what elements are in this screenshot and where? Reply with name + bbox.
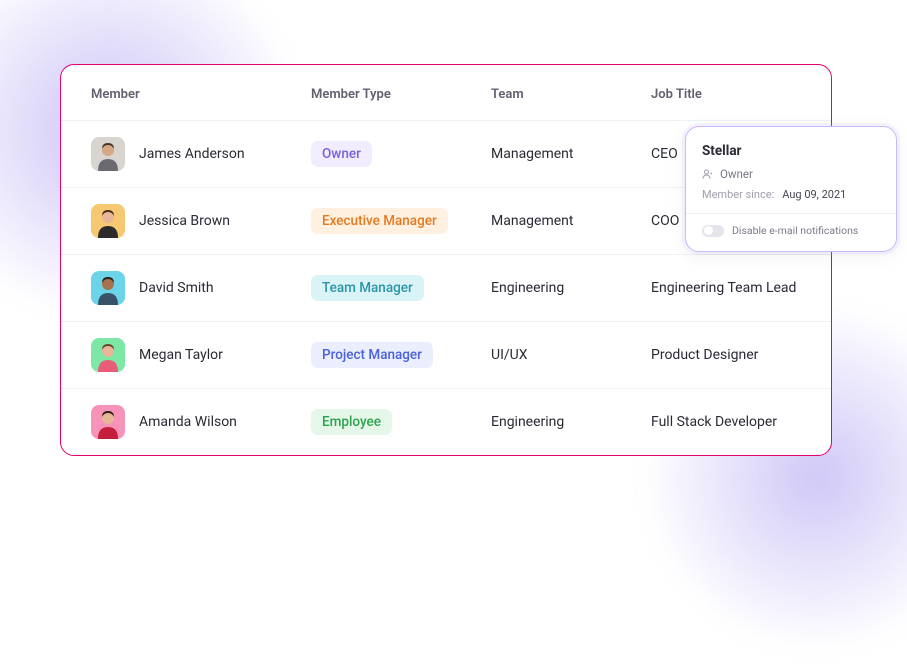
type-cell: Owner bbox=[311, 141, 491, 167]
table-header-row: Member Member Type Team Job Title bbox=[61, 65, 831, 120]
detail-toggle-row: Disable e-mail notifications bbox=[702, 224, 880, 237]
member-cell: Jessica Brown bbox=[91, 204, 311, 238]
title-cell: Engineering Team Lead bbox=[651, 280, 801, 296]
member-name: Amanda Wilson bbox=[139, 414, 237, 430]
header-job-title: Job Title bbox=[651, 87, 801, 102]
header-member-type: Member Type bbox=[311, 87, 491, 102]
table-row[interactable]: Amanda Wilson Employee Engineering Full … bbox=[61, 388, 831, 455]
avatar bbox=[91, 271, 125, 305]
type-cell: Team Manager bbox=[311, 275, 491, 301]
notifications-toggle[interactable] bbox=[702, 225, 724, 237]
member-name: Megan Taylor bbox=[139, 347, 223, 363]
member-type-badge: Executive Manager bbox=[311, 208, 448, 234]
type-cell: Executive Manager bbox=[311, 208, 491, 234]
detail-name: Stellar bbox=[702, 143, 880, 159]
member-name: Jessica Brown bbox=[139, 213, 230, 229]
members-table: Member Member Type Team Job Title James … bbox=[60, 64, 832, 456]
detail-since-label: Member since: bbox=[702, 188, 774, 201]
team-cell: Engineering bbox=[491, 414, 651, 430]
detail-since: Member since: Aug 09, 2021 bbox=[702, 188, 880, 201]
table-row[interactable]: Megan Taylor Project Manager UI/UX Produ… bbox=[61, 321, 831, 388]
member-type-badge: Project Manager bbox=[311, 342, 433, 368]
avatar bbox=[91, 137, 125, 171]
member-type-badge: Team Manager bbox=[311, 275, 424, 301]
team-cell: Management bbox=[491, 213, 651, 229]
team-cell: Engineering bbox=[491, 280, 651, 296]
member-cell: Amanda Wilson bbox=[91, 405, 311, 439]
detail-since-value: Aug 09, 2021 bbox=[782, 188, 846, 201]
member-cell: Megan Taylor bbox=[91, 338, 311, 372]
avatar bbox=[91, 204, 125, 238]
member-name: James Anderson bbox=[139, 146, 245, 162]
detail-role: Owner bbox=[702, 167, 880, 181]
member-cell: James Anderson bbox=[91, 137, 311, 171]
table-row[interactable]: David Smith Team Manager Engineering Eng… bbox=[61, 254, 831, 321]
type-cell: Employee bbox=[311, 409, 491, 435]
title-cell: Full Stack Developer bbox=[651, 414, 801, 430]
title-cell: Product Designer bbox=[651, 347, 801, 363]
member-cell: David Smith bbox=[91, 271, 311, 305]
member-type-badge: Employee bbox=[311, 409, 392, 435]
member-type-badge: Owner bbox=[311, 141, 372, 167]
team-cell: UI/UX bbox=[491, 347, 651, 363]
team-cell: Management bbox=[491, 146, 651, 162]
divider bbox=[686, 213, 896, 214]
user-icon bbox=[702, 168, 714, 180]
detail-role-label: Owner bbox=[720, 167, 753, 181]
type-cell: Project Manager bbox=[311, 342, 491, 368]
member-name: David Smith bbox=[139, 280, 214, 296]
member-detail-card: Stellar Owner Member since: Aug 09, 2021… bbox=[685, 126, 897, 252]
toggle-label: Disable e-mail notifications bbox=[732, 224, 858, 237]
header-team: Team bbox=[491, 87, 651, 102]
header-member: Member bbox=[91, 87, 311, 102]
avatar bbox=[91, 405, 125, 439]
avatar bbox=[91, 338, 125, 372]
